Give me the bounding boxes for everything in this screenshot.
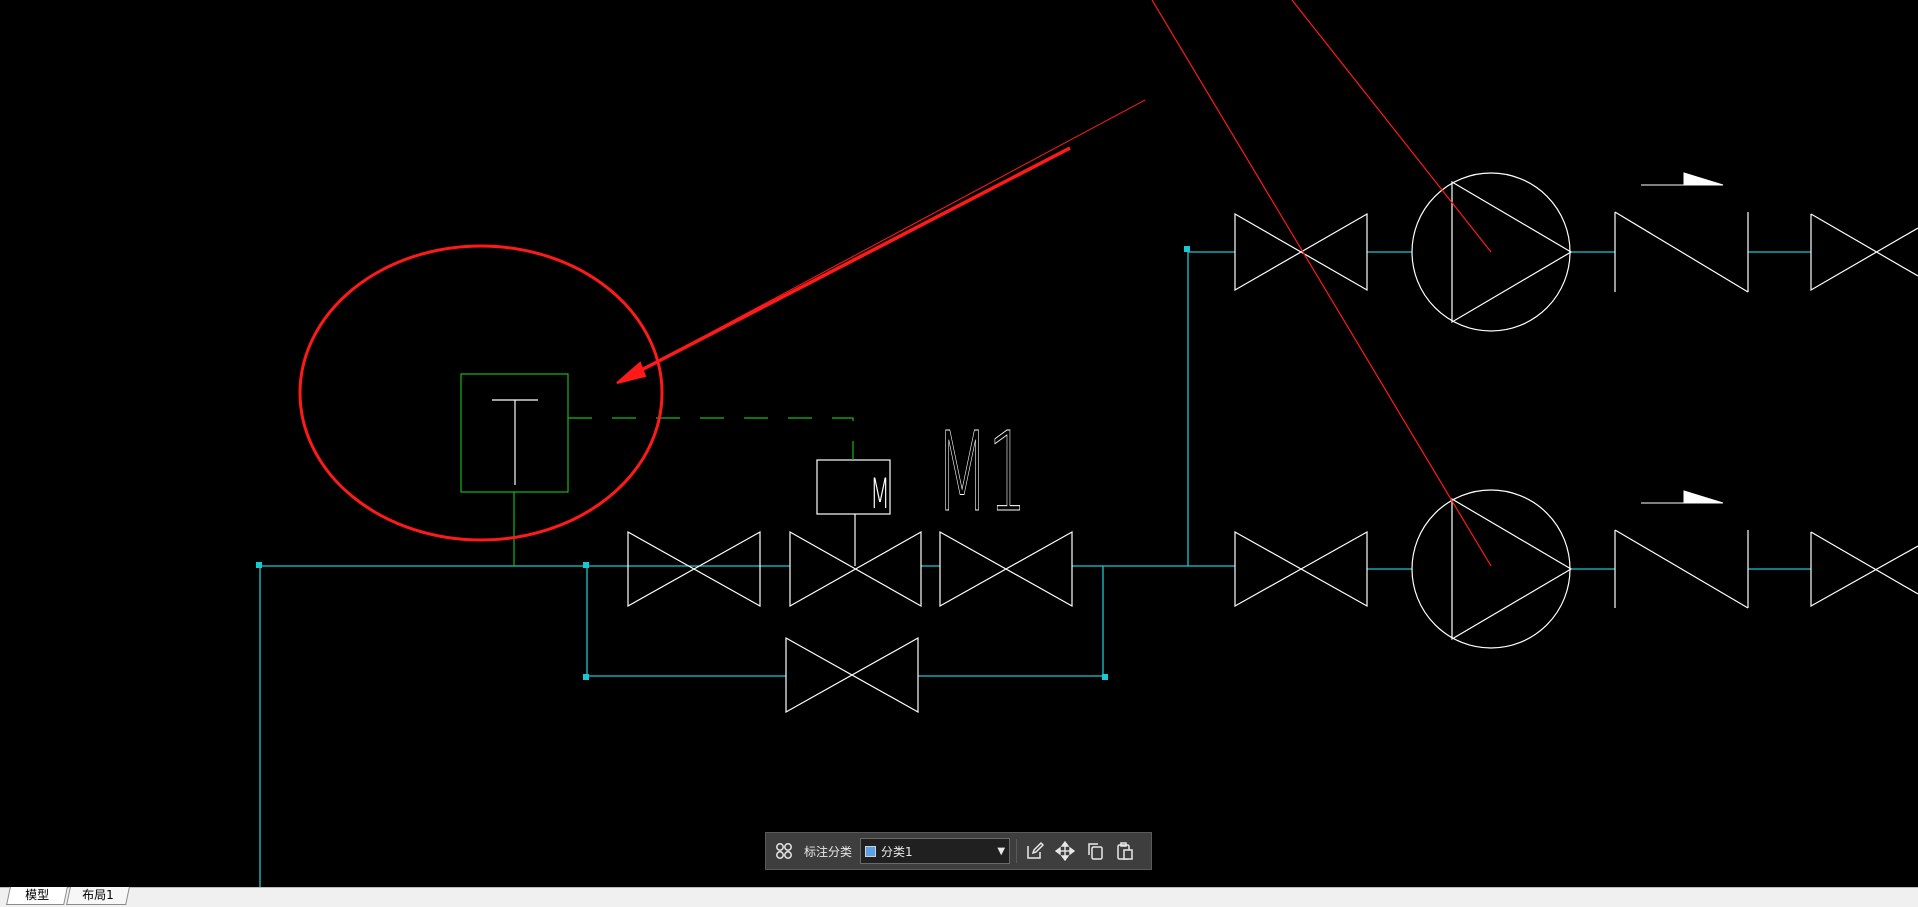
leader-line-2: [1291, 0, 1492, 253]
annotation-toolbar: 标注分类 分类1 ▼: [765, 832, 1152, 870]
annotation-arrow-head: [616, 361, 647, 384]
gate-valve-upper-right: [1810, 213, 1918, 292]
transmitter-symbol: T: [0, 0, 1, 1]
flow-flag-head: [1683, 172, 1724, 186]
leader-line-1: [1151, 0, 1492, 567]
category-label: 标注分类: [804, 844, 853, 859]
gate-valve: [627, 530, 761, 608]
tab-layout1-label: 布局1: [82, 888, 114, 902]
valve-symbols: [627, 211, 1918, 714]
check-valve-upper: [1614, 211, 1749, 293]
category-color-swatch: [865, 845, 877, 857]
node-marker: [1102, 674, 1108, 680]
gate-valve: [939, 530, 1073, 608]
pipe-bypass: [586, 566, 786, 677]
gate-valve-upper: [1234, 212, 1368, 292]
node-marker: [583, 674, 589, 680]
pumps: [1411, 172, 1573, 649]
grid-icon[interactable]: [772, 839, 796, 863]
equipment-tag: M1: [936, 408, 1027, 536]
category-value: 分类1: [881, 844, 913, 859]
gate-valve-lower-right: [1810, 531, 1918, 608]
node-marker: [1184, 246, 1190, 252]
annotations: [298, 0, 1492, 567]
move-icon[interactable]: [1053, 839, 1077, 863]
signal-line: [568, 417, 854, 460]
chevron-down-icon: ▼: [997, 845, 1006, 857]
bypass-gate-valve: [785, 636, 919, 714]
annotation-arrow-shaft-bold: [625, 146, 1071, 380]
tab-model-label: 模型: [25, 888, 50, 902]
highlight-circle: [298, 244, 664, 542]
gate-valve-lower: [1234, 530, 1368, 608]
node-marker: [256, 562, 262, 568]
pipe-main-left: [259, 565, 628, 887]
layout-tab-bar: 模型 布局1: [0, 887, 1918, 907]
pipe-bypass-right: [918, 566, 1104, 677]
copy-icon[interactable]: [1083, 839, 1107, 863]
tab-model[interactable]: 模型: [6, 887, 68, 905]
pump-lower: [1411, 489, 1571, 649]
motor-label: M: [870, 470, 890, 518]
pipe-node-markers: [256, 246, 1190, 680]
paste-icon[interactable]: [1113, 839, 1137, 863]
node-marker: [583, 562, 589, 568]
flow-flags: [1641, 172, 1724, 504]
category-select[interactable]: 分类1 ▼: [860, 838, 1011, 864]
pipe-network: [259, 251, 1811, 887]
check-valve-lower: [1614, 529, 1749, 609]
tab-layout1[interactable]: 布局1: [66, 887, 130, 905]
toolbar-divider: [1016, 839, 1018, 863]
flow-flag-head: [1683, 490, 1724, 504]
cad-drawing-canvas[interactable]: M M1 T: [0, 0, 1918, 887]
drawing-svg: M M1 T: [0, 0, 1918, 887]
edit-icon[interactable]: [1023, 839, 1047, 863]
transmitter-T-glyph: [492, 399, 538, 485]
